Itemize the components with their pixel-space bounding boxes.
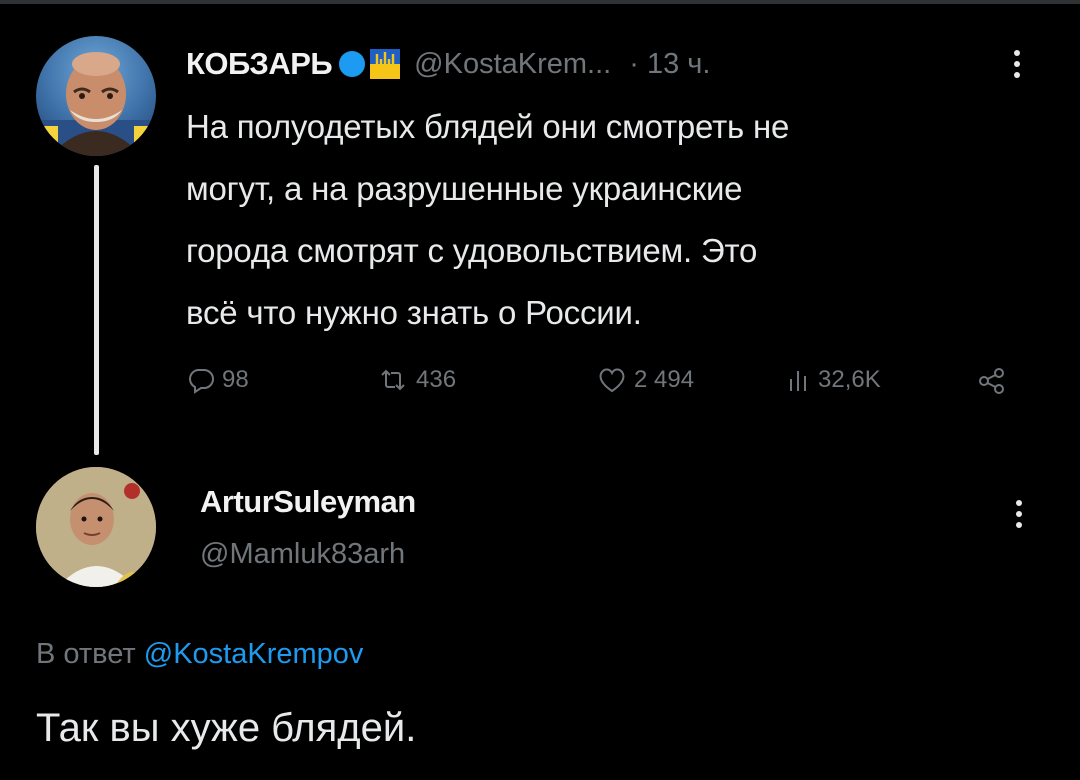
views-count: 32,6K	[818, 366, 881, 393]
reply-tweet-text: Так вы хуже блядей.	[36, 706, 417, 750]
tweet-text-line: На полуодетых блядей они смотреть не	[186, 108, 790, 145]
heart-icon	[599, 368, 625, 393]
reply-author-handle[interactable]: @Mamluk83arh	[200, 538, 405, 571]
share-button[interactable]	[976, 360, 1008, 400]
like-count: 2 494	[634, 366, 695, 393]
top-divider	[0, 0, 1080, 4]
tweet-actions-bar: 98 436 2 494 32,6K	[186, 360, 1026, 400]
reply-count: 98	[222, 366, 249, 393]
thread-connector-line	[94, 165, 99, 455]
retweet-button[interactable]: 436	[376, 360, 456, 400]
avatar-portrait-icon	[36, 52, 156, 156]
avatar-photo-icon	[36, 467, 156, 587]
author-name[interactable]: КОБЗАРЬ	[186, 46, 333, 82]
reply-mention-link[interactable]: @KostaKrempov	[144, 638, 364, 670]
reply-author-name[interactable]: ArturSuleyman	[200, 484, 416, 520]
views-chart-icon	[790, 371, 806, 391]
parent-tweet-text: На полуодетых блядей они смотреть не мог…	[186, 96, 1046, 344]
replying-to-line: В ответ @KostaKrempov	[36, 638, 363, 671]
verified-badge-icon	[338, 50, 366, 78]
retweet-icon	[381, 369, 405, 391]
avatar-kobzar[interactable]	[36, 36, 156, 156]
parent-tweet-header: КОБЗАРЬ @KostaKrem... · 13 ч.	[186, 44, 710, 84]
tweet-text-line: всё что нужно знать о России.	[186, 294, 642, 331]
trident-icon	[370, 49, 401, 79]
more-vertical-icon[interactable]	[1012, 50, 1022, 82]
tweet-text-line: города смотрят с удовольствием. Это	[186, 232, 758, 269]
tweet-thread: КОБЗАРЬ @KostaKrem... · 13 ч. На полуоде…	[0, 0, 1080, 780]
author-handle[interactable]: @KostaKrem...	[414, 48, 611, 81]
replying-to-label: В ответ	[36, 638, 136, 670]
tweet-text-line: могут, а на разрушенные украинские	[186, 170, 743, 207]
retweet-count: 436	[416, 366, 457, 393]
share-icon	[979, 368, 1004, 394]
views-button[interactable]: 32,6K	[786, 360, 881, 400]
reply-icon	[189, 369, 214, 394]
reply-button[interactable]: 98	[186, 360, 249, 400]
more-vertical-icon[interactable]	[1014, 500, 1024, 532]
avatar-artursuleyman[interactable]	[36, 467, 156, 587]
like-button[interactable]: 2 494	[596, 360, 694, 400]
tweet-time[interactable]: · 13 ч.	[629, 48, 710, 81]
